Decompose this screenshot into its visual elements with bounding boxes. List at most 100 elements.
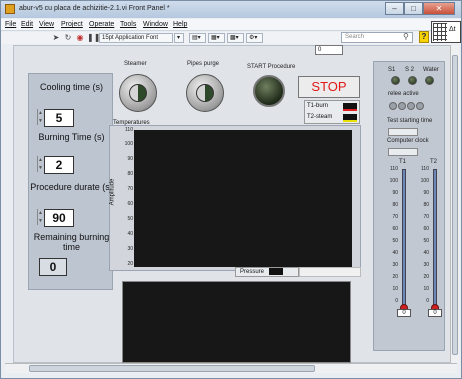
minimize-button[interactable]: – bbox=[385, 2, 404, 15]
distribute-objects-icon[interactable]: ▦▾ bbox=[208, 33, 225, 43]
connector-grid bbox=[433, 23, 447, 41]
start-procedure-label: START Procedure bbox=[247, 64, 296, 70]
computer-clock-indicator bbox=[388, 148, 418, 156]
procedure-duration-input[interactable]: 90 bbox=[44, 209, 74, 227]
t2-value-indicator: 0 bbox=[428, 309, 442, 317]
reorder-icon[interactable]: ⚙▾ bbox=[246, 33, 263, 43]
menu-project[interactable]: Project bbox=[61, 21, 83, 28]
horizontal-scrollbar[interactable] bbox=[5, 363, 457, 373]
pause-icon[interactable]: ❚❚ bbox=[87, 33, 100, 43]
t2-scale-tick: 60 bbox=[423, 226, 429, 232]
legend-t2-steam: T2-steam bbox=[307, 114, 333, 120]
t1-thermometer bbox=[402, 169, 406, 309]
procedure-duration-label: Procedure durate (s) bbox=[30, 182, 113, 192]
relay-led bbox=[416, 102, 424, 110]
plot-legend: T1-burn T2-steam bbox=[304, 100, 360, 124]
legend-t1-swatch bbox=[343, 103, 357, 111]
test-starting-time-indicator bbox=[388, 128, 418, 136]
cooling-time-label: Cooling time (s) bbox=[39, 82, 104, 92]
relay-led bbox=[398, 102, 406, 110]
pipes-purge-label: Pipes purge bbox=[187, 61, 220, 67]
legend-t2-swatch bbox=[343, 114, 357, 122]
labview-app-icon bbox=[5, 4, 15, 14]
vertical-scrollbar[interactable] bbox=[450, 45, 459, 363]
burning-time-label: Burning Time (s) bbox=[38, 132, 105, 142]
menu-file[interactable]: File bbox=[5, 21, 16, 28]
s1-label: S1 bbox=[388, 67, 396, 73]
burning-time-input[interactable]: 2 bbox=[44, 156, 74, 174]
t1-scale-tick: 90 bbox=[392, 190, 398, 196]
t2-scale-tick: 110 bbox=[421, 166, 429, 172]
menu-tools[interactable]: Tools bbox=[120, 21, 136, 28]
y-tick: 90 bbox=[127, 156, 133, 162]
align-objects-icon[interactable]: ▤▾ bbox=[189, 33, 206, 43]
connector-pane-icon[interactable]: Δt bbox=[431, 21, 461, 43]
menu-help[interactable]: Help bbox=[173, 21, 187, 28]
temperature-plot-area[interactable] bbox=[134, 130, 352, 267]
labview-window: abur-v5 cu placa de achizitie-2.1.vi Fro… bbox=[0, 0, 462, 379]
t2-scale-tick: 90 bbox=[423, 190, 429, 196]
t2-label: T2 bbox=[430, 159, 438, 165]
t2-scale-tick: 10 bbox=[423, 286, 429, 292]
horizontal-scroll-thumb[interactable] bbox=[29, 365, 315, 372]
t1-scale-tick: 10 bbox=[392, 286, 398, 292]
font-selector[interactable]: 15pt Application Font bbox=[99, 33, 173, 43]
t1-scale-tick: 70 bbox=[392, 214, 398, 220]
s1-led bbox=[391, 76, 400, 85]
y-tick: 50 bbox=[127, 216, 133, 222]
procedure-duration-spinner[interactable]: ▲ ▼ bbox=[37, 209, 43, 225]
pressure-legend-swatch bbox=[269, 268, 283, 275]
search-icon[interactable]: ⚲ bbox=[403, 32, 409, 41]
t2-scale-tick: 80 bbox=[423, 202, 429, 208]
t1-scale-tick: 0 bbox=[395, 298, 398, 304]
close-button[interactable]: ✕ bbox=[423, 2, 455, 15]
t1-scale-tick: 80 bbox=[392, 202, 398, 208]
t1-scale-tick: 50 bbox=[392, 238, 398, 244]
resize-objects-icon[interactable]: ▩▾ bbox=[227, 33, 244, 43]
graph-y-axis-label: Amplitude bbox=[109, 178, 116, 206]
pipes-purge-switch[interactable] bbox=[186, 74, 224, 112]
connector-label: Δt bbox=[449, 26, 456, 33]
run-arrow-icon[interactable]: ➤ bbox=[51, 33, 61, 43]
maximize-button[interactable]: □ bbox=[404, 2, 423, 15]
computer-clock-label: Computer clock bbox=[387, 138, 429, 144]
t1-scale-tick: 110 bbox=[390, 166, 398, 172]
t2-scale-tick: 20 bbox=[423, 274, 429, 280]
menu-window[interactable]: Window bbox=[143, 21, 168, 28]
font-dropdown-icon[interactable]: ▾ bbox=[174, 33, 184, 43]
burning-time-spinner[interactable]: ▲ ▼ bbox=[37, 156, 43, 172]
menu-edit[interactable]: Edit bbox=[21, 21, 33, 28]
y-tick: 20 bbox=[127, 261, 133, 267]
run-continuous-icon[interactable]: ↻ bbox=[63, 33, 73, 43]
t2-scale-tick: 50 bbox=[423, 238, 429, 244]
help-icon[interactable]: ? bbox=[419, 31, 429, 43]
cooling-time-input[interactable]: 5 bbox=[44, 109, 74, 127]
window-controls: – □ ✕ bbox=[385, 2, 455, 15]
y-tick: 70 bbox=[127, 186, 133, 192]
t1-scale-tick: 30 bbox=[392, 262, 398, 268]
pressure-plot-area[interactable] bbox=[122, 281, 351, 363]
y-tick: 60 bbox=[127, 201, 133, 207]
t2-scale-tick: 100 bbox=[420, 178, 429, 184]
start-procedure-led[interactable] bbox=[253, 75, 285, 107]
water-led bbox=[425, 76, 434, 85]
s2-label: S 2 bbox=[405, 67, 415, 73]
steamer-switch[interactable] bbox=[119, 74, 157, 112]
relay-active-label: relee active bbox=[388, 91, 419, 97]
t1-value-indicator: 0 bbox=[397, 309, 411, 317]
menu-view[interactable]: View bbox=[39, 21, 54, 28]
abort-icon[interactable]: ◉ bbox=[75, 33, 85, 43]
cooling-time-spinner[interactable]: ▲ ▼ bbox=[37, 109, 43, 125]
stop-button[interactable]: STOP bbox=[298, 76, 360, 98]
menu-operate[interactable]: Operate bbox=[89, 21, 114, 28]
y-tick: 80 bbox=[127, 171, 133, 177]
steamer-label: Steamer bbox=[124, 61, 147, 67]
t1-scale-tick: 20 bbox=[392, 274, 398, 280]
relay-led bbox=[389, 102, 397, 110]
y-tick: 110 bbox=[125, 127, 133, 133]
y-tick: 40 bbox=[127, 231, 133, 237]
vertical-scroll-thumb[interactable] bbox=[452, 55, 458, 355]
graph-scrollbar[interactable] bbox=[299, 267, 361, 277]
menu-bar: File Edit View Project Operate Tools Win… bbox=[1, 19, 461, 31]
t1-scale-tick: 40 bbox=[392, 250, 398, 256]
